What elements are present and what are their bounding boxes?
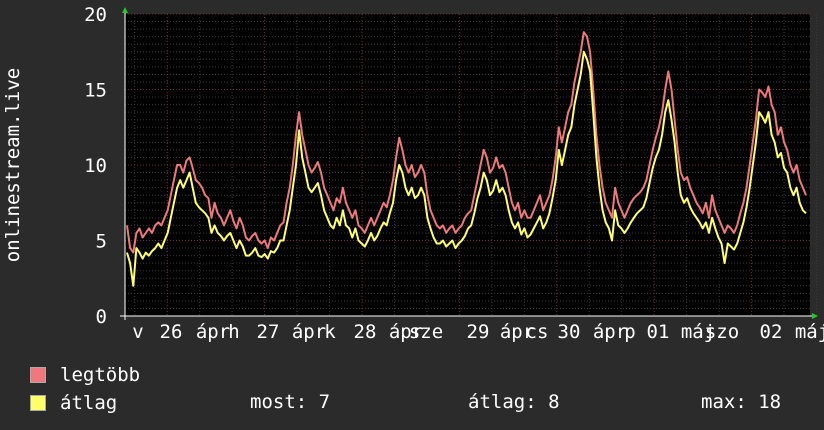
x-tick-label: ápr [196,321,230,343]
y-tick-label: 0 [96,306,107,328]
x-tick-label: v [132,321,143,343]
legend-item-legtobb: legtöbb [30,363,140,387]
y-tick-label: 20 [84,4,107,26]
y-tick-label: 15 [84,80,107,102]
x-labels: v 26 áprh 27 áprk 28 áprsze 29 áprcs 30 áprp 01 májs… [132,321,824,343]
x-tick-label: h [228,321,239,343]
x-tick-label: k [324,321,336,343]
stat-most: most: 7 [250,391,331,413]
y-tick-label: 10 [84,155,107,177]
x-tick-label: 02 [760,321,783,343]
x-tick-label: 30 [558,321,581,343]
x-tick-label: 26 [160,321,183,343]
legend-label-atlag: átlag [60,392,118,414]
x-tick-label: 28 [354,321,377,343]
x-tick-label: ápr [593,321,627,343]
x-tick-label: máj [795,321,824,343]
legend-swatch-legtobb [30,367,46,383]
legend-swatch-atlag [30,395,46,411]
stat-atlag: átlag: 8 [468,391,560,413]
x-tick-label: p [624,321,635,343]
chart: 05101520 v 26 áprh 27 áprk 28 áprsze 29 áprcs 30 á… [2,4,824,343]
x-tick-label: 29 [467,321,490,343]
legend-item-atlag: átlag [30,391,117,415]
y-axis-label: onlinestream.live [2,68,24,262]
y-ticks: 0 5 10 15 20 [84,4,107,328]
stat-max: max: 18 [701,391,782,413]
x-tick-label: cs [526,321,549,343]
x-tick-label: 27 [257,321,280,343]
x-tick-label: ápr [292,321,326,343]
y-axis-arrow [122,7,128,13]
x-axis-arrow [812,313,818,319]
legend-label-legtobb: legtöbb [60,364,141,386]
x-tick-label: szo [705,321,739,343]
y-tick-label: 5 [96,231,107,253]
x-tick-label: 01 [647,321,670,343]
x-tick-label: sze [409,321,443,343]
